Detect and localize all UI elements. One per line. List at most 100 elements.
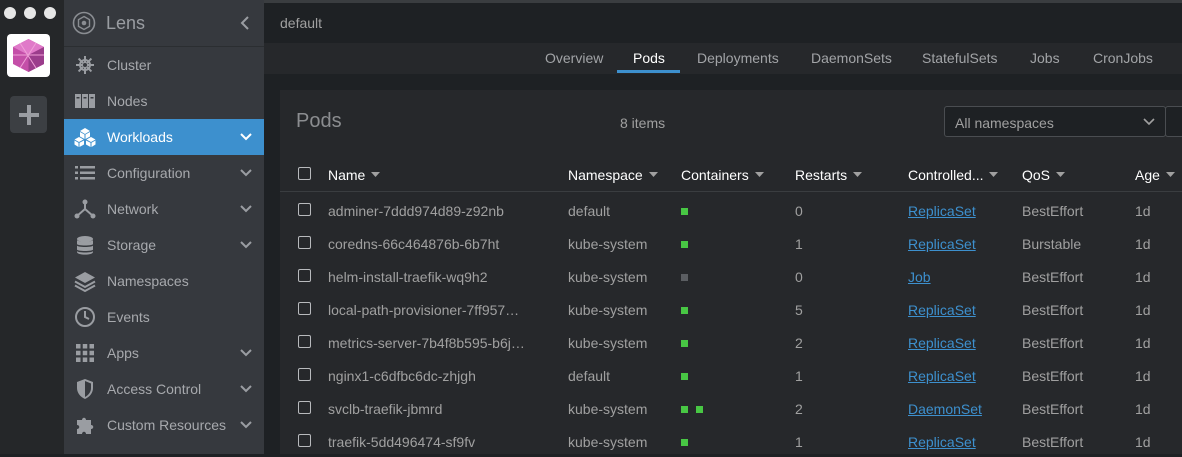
container-status-indicator — [681, 241, 688, 248]
row-checkbox[interactable] — [298, 434, 311, 447]
table-row[interactable]: coredns-66c464876b-6b7ht kube-system 1 Repl… — [280, 226, 1182, 259]
tab-daemonsets[interactable]: DaemonSets — [811, 50, 892, 66]
controlled-by-link[interactable]: ReplicaSet — [908, 434, 976, 450]
sidebar-item-label: Access Control — [107, 381, 202, 397]
cell-qos: BestEffort — [1022, 203, 1084, 219]
chevron-down-icon — [1143, 118, 1155, 126]
sidebar-item-events[interactable]: Events — [64, 299, 264, 335]
chevron-down-icon — [240, 169, 252, 177]
controlled-by-link[interactable]: DaemonSet — [908, 401, 982, 417]
close-window-button[interactable] — [4, 7, 16, 19]
cell-restarts: 1 — [795, 434, 803, 450]
sidebar-item-apps[interactable]: Apps — [64, 335, 264, 371]
sidebar-item-workloads[interactable]: Workloads — [64, 119, 264, 155]
sidebar-item-label: Configuration — [107, 165, 191, 181]
sidebar-item-label: Network — [107, 201, 159, 217]
sidebar-item-configuration[interactable]: Configuration — [64, 155, 264, 191]
cell-age: 1d — [1135, 401, 1151, 417]
table-row[interactable]: helm-install-traefik-wq9h2 kube-system 0 Jo… — [280, 259, 1182, 292]
sidebar: Lens Cluster Nodes Workloads Configuration N… — [64, 0, 264, 454]
sidebar-item-network[interactable]: Network — [64, 191, 264, 227]
tab-pods[interactable]: Pods — [633, 50, 665, 66]
container-status-indicator — [681, 439, 688, 446]
sidebar-item-namespaces[interactable]: Namespaces — [64, 263, 264, 299]
tab-deployments[interactable]: Deployments — [697, 50, 779, 66]
column-header-controlled[interactable]: Controlled... — [908, 167, 999, 183]
cell-qos: BestEffort — [1022, 368, 1084, 384]
sidebar-item-storage[interactable]: Storage — [64, 227, 264, 263]
table-row[interactable]: svclb-traefik-jbmrd kube-system 2 DaemonSet… — [280, 391, 1182, 424]
search-input[interactable] — [1165, 106, 1182, 137]
container-status-indicator — [681, 406, 688, 413]
cell-age: 1d — [1135, 335, 1151, 351]
maximize-window-button[interactable] — [44, 7, 56, 19]
row-checkbox[interactable] — [298, 401, 311, 414]
sort-caret-icon — [754, 172, 764, 177]
table-row[interactable]: nginx1-c6dfbc6dc-zhjgh default 1 ReplicaSet… — [280, 358, 1182, 391]
cell-restarts: 1 — [795, 236, 803, 252]
column-header-label: Name — [328, 167, 366, 183]
namespace-select-value: All namespaces — [955, 115, 1054, 131]
tab-cronjobs[interactable]: CronJobs — [1093, 50, 1153, 66]
minimize-window-button[interactable] — [24, 7, 36, 19]
cluster-cube-icon — [13, 39, 44, 72]
sort-caret-icon — [648, 172, 658, 177]
row-checkbox[interactable] — [298, 203, 311, 216]
row-checkbox[interactable] — [298, 236, 311, 249]
column-header-label: Controlled... — [908, 167, 984, 183]
cell-qos: Burstable — [1022, 236, 1082, 252]
sidebar-item-custom-resources[interactable]: Custom Resources — [64, 407, 264, 443]
cell-qos: BestEffort — [1022, 434, 1084, 450]
cell-age: 1d — [1135, 368, 1151, 384]
sidebar-item-nodes[interactable]: Nodes — [64, 83, 264, 119]
table-row[interactable]: adminer-7ddd974d89-z92nb default 0 ReplicaS… — [280, 193, 1182, 226]
column-header-namespace[interactable]: Namespace — [568, 167, 658, 183]
chevron-left-icon[interactable] — [238, 14, 252, 32]
controlled-by-link[interactable]: ReplicaSet — [908, 302, 976, 318]
column-header-qos[interactable]: QoS — [1022, 167, 1066, 183]
window-controls — [4, 7, 56, 19]
column-header-containers[interactable]: Containers — [681, 167, 764, 183]
cubes-icon — [74, 126, 96, 148]
container-status-indicator — [681, 373, 688, 380]
cell-namespace: kube-system — [568, 236, 648, 252]
sidebar-item-cluster[interactable]: Cluster — [64, 47, 264, 83]
sidebar-item-access-control[interactable]: Access Control — [64, 371, 264, 407]
row-checkbox[interactable] — [298, 335, 311, 348]
tab-overview[interactable]: Overview — [545, 50, 603, 66]
controlled-by-link[interactable]: ReplicaSet — [908, 236, 976, 252]
cell-name: traefik-5dd496474-sf9fv — [328, 434, 476, 450]
column-header-label: Containers — [681, 167, 749, 183]
controlled-by-link[interactable]: ReplicaSet — [908, 368, 976, 384]
controlled-by-link[interactable]: ReplicaSet — [908, 203, 976, 219]
column-header-restarts[interactable]: Restarts — [795, 167, 863, 183]
main-area: default Overview Pods Deployments DaemonSet… — [264, 0, 1182, 454]
cluster-avatar-button[interactable] — [7, 34, 50, 77]
cell-restarts: 5 — [795, 302, 803, 318]
items-count: 8 items — [620, 115, 666, 131]
row-checkbox[interactable] — [298, 302, 311, 315]
controlled-by-link[interactable]: Job — [908, 269, 931, 285]
cluster-rail — [0, 0, 64, 454]
chevron-down-icon — [240, 349, 252, 357]
tab-jobs[interactable]: Jobs — [1030, 50, 1060, 66]
container-status-indicator — [681, 274, 688, 281]
select-all-checkbox[interactable] — [298, 167, 311, 180]
sort-caret-icon — [371, 172, 381, 177]
namespace-select[interactable]: All namespaces — [944, 106, 1166, 137]
sort-caret-icon — [1165, 172, 1175, 177]
table-row[interactable]: traefik-5dd496474-sf9fv kube-system 1 Repli… — [280, 424, 1182, 457]
column-header-age[interactable]: Age — [1135, 167, 1175, 183]
column-header-name[interactable]: Name — [328, 167, 381, 183]
add-cluster-button[interactable] — [10, 96, 47, 133]
network-icon — [74, 198, 96, 220]
tab-statefulsets[interactable]: StatefulSets — [922, 50, 998, 66]
table-row[interactable]: metrics-server-7b4f8b595-b6j… kube-system… — [280, 325, 1182, 358]
cell-name: local-path-provisioner-7ff957… — [328, 302, 520, 318]
helm-wheel-icon — [74, 54, 96, 76]
controlled-by-link[interactable]: ReplicaSet — [908, 335, 976, 351]
row-checkbox[interactable] — [298, 269, 311, 282]
table-row[interactable]: local-path-provisioner-7ff957… kube-syste… — [280, 292, 1182, 325]
container-status-indicator — [681, 340, 688, 347]
row-checkbox[interactable] — [298, 368, 311, 381]
